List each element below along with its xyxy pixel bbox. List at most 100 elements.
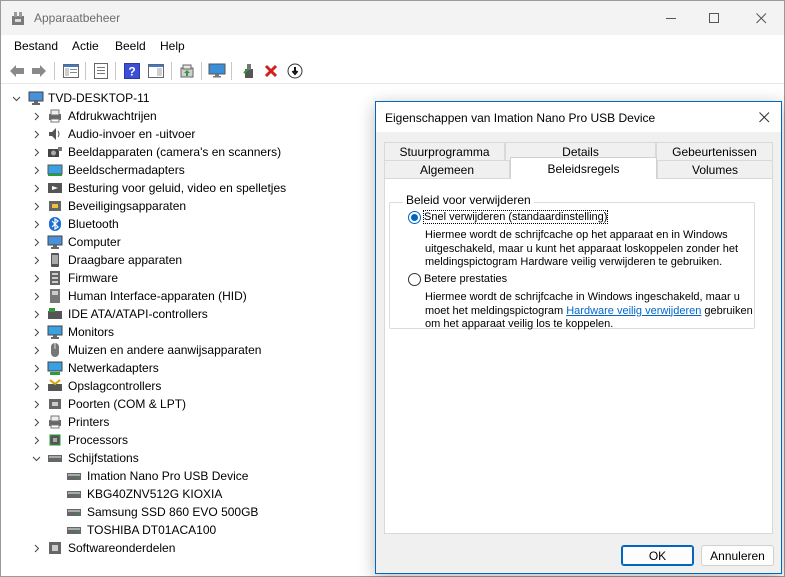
- update-driver-button[interactable]: [177, 61, 197, 81]
- disk-drive-icon: [67, 527, 81, 534]
- tree-item-label: Beeldapparaten (camera's en scanners): [68, 145, 282, 159]
- tree-item-label: Firmware: [68, 271, 118, 285]
- tree-expander[interactable]: [31, 449, 41, 467]
- tree-expander[interactable]: [31, 341, 41, 359]
- update-driver-icon: [180, 64, 194, 78]
- properties-dialog: Eigenschappen van Imation Nano Pro USB D…: [375, 101, 782, 574]
- tree-item-label: KBG40ZNV512G KIOXIA: [87, 487, 223, 501]
- dialog-title-bar[interactable]: Eigenschappen van Imation Nano Pro USB D…: [376, 102, 781, 132]
- title-bar[interactable]: Apparaatbeheer: [1, 1, 784, 35]
- tree-expander[interactable]: [31, 395, 41, 413]
- close-window-button[interactable]: [739, 1, 784, 35]
- hid-icon: [50, 289, 60, 303]
- dialog-title: Eigenschappen van Imation Nano Pro USB D…: [385, 111, 656, 125]
- tree-item-label: Computer: [68, 235, 121, 249]
- tab-label: Gebeurtenissen: [672, 144, 757, 159]
- tab-label: Stuurprogramma: [399, 144, 490, 159]
- tree-expander[interactable]: [31, 161, 41, 179]
- uninstall-device-button[interactable]: [261, 61, 281, 81]
- tree-expander[interactable]: [31, 107, 41, 125]
- tree-expander[interactable]: [31, 287, 41, 305]
- tree-item-label: Printers: [68, 415, 110, 429]
- network-adapter-icon: [47, 361, 63, 375]
- tree-item-label: Processors: [68, 433, 129, 447]
- description-line: moet het meldingspictogram Hardware veil…: [425, 305, 753, 319]
- back-button[interactable]: [7, 61, 27, 81]
- tree-item-label: Imation Nano Pro USB Device: [87, 469, 249, 483]
- tab-gebeurtenissen[interactable]: Gebeurtenissen: [656, 142, 773, 160]
- forward-button[interactable]: [29, 61, 49, 81]
- ok-button[interactable]: OK: [621, 545, 694, 566]
- menu-beeld[interactable]: Beeld: [115, 39, 146, 53]
- show-hide-console-tree-button[interactable]: [61, 61, 81, 81]
- menu-bestand[interactable]: Bestand: [14, 39, 58, 53]
- processor-icon: [49, 434, 61, 446]
- show-hide-action-pane-button[interactable]: [146, 61, 166, 81]
- tab-stuurprogramma[interactable]: Stuurprogramma: [384, 142, 505, 160]
- tree-expander[interactable]: [31, 431, 41, 449]
- tree-item-label: Audio-invoer en -uitvoer: [68, 127, 196, 141]
- display-adapter-icon: [47, 164, 63, 176]
- help-button[interactable]: ?: [122, 61, 142, 81]
- chevron-right-icon: [34, 436, 39, 444]
- mouse-icon: [51, 343, 59, 357]
- tab-volumes[interactable]: Volumes: [657, 160, 773, 178]
- close-icon: [758, 111, 769, 122]
- quick-removal-label[interactable]: Snel verwijderen (standaardinstelling): [422, 210, 609, 224]
- properties-button[interactable]: [91, 61, 111, 81]
- chevron-right-icon: [34, 148, 39, 156]
- tree-expander[interactable]: [31, 233, 41, 251]
- toolbar-separator: [85, 62, 86, 80]
- quick-removal-description: Hiermee wordt de schrijfcache op het app…: [425, 229, 738, 270]
- tree-item-label: Afdrukwachtrijen: [68, 109, 157, 123]
- red-x-icon: [264, 64, 278, 78]
- tree-expander[interactable]: [11, 89, 21, 107]
- description-line: Hiermee wordt de schrijfcache op het app…: [425, 229, 728, 241]
- menu-help[interactable]: Help: [160, 39, 185, 53]
- chevron-right-icon: [34, 346, 39, 354]
- tree-expander[interactable]: [31, 179, 41, 197]
- tree-expander[interactable]: [31, 539, 41, 557]
- tree-expander[interactable]: [31, 215, 41, 233]
- device-manager-app-icon: [12, 12, 24, 25]
- scan-monitor-icon: [208, 63, 226, 78]
- description-line: Hiermee wordt de schrijfcache in Windows…: [425, 291, 740, 303]
- toolbar-separator: [54, 62, 55, 80]
- quick-removal-radio[interactable]: [408, 211, 421, 224]
- tree-expander[interactable]: [31, 143, 41, 161]
- disable-device-button[interactable]: [285, 61, 305, 81]
- chevron-right-icon: [34, 364, 39, 372]
- menu-bar: Bestand Actie Beeld Help: [1, 35, 784, 57]
- tree-expander[interactable]: [31, 323, 41, 341]
- tree-expander[interactable]: [31, 125, 41, 143]
- chevron-right-icon: [34, 292, 39, 300]
- tree-expander[interactable]: [31, 197, 41, 215]
- tab-algemeen[interactable]: Algemeen: [384, 160, 510, 178]
- tree-expander[interactable]: [31, 269, 41, 287]
- disk-drive-icon: [67, 491, 81, 498]
- better-performance-label[interactable]: Betere prestaties: [424, 273, 507, 285]
- bluetooth-icon: [49, 217, 61, 231]
- tree-expander[interactable]: [31, 305, 41, 323]
- toolbar-separator: [231, 62, 232, 80]
- better-performance-radio[interactable]: [408, 273, 421, 286]
- chevron-right-icon: [34, 418, 39, 426]
- scan-for-hardware-button[interactable]: [207, 61, 227, 81]
- tab-beleidsregels[interactable]: Beleidsregels: [510, 157, 657, 179]
- console-tree-icon: [63, 64, 79, 78]
- properties-sheet-icon: [94, 63, 108, 79]
- tree-expander[interactable]: [31, 413, 41, 431]
- chevron-right-icon: [34, 220, 39, 228]
- safely-remove-hardware-link[interactable]: Hardware veilig verwijderen: [566, 305, 701, 317]
- tree-item-label: Beveiligingsapparaten: [68, 199, 187, 213]
- add-legacy-hardware-button[interactable]: [239, 61, 259, 81]
- minimize-button[interactable]: [649, 1, 694, 35]
- tree-expander[interactable]: [31, 377, 41, 395]
- menu-actie[interactable]: Actie: [72, 39, 99, 53]
- maximize-button[interactable]: [692, 1, 737, 35]
- dialog-close-button[interactable]: [747, 102, 781, 132]
- toolbar-separator: [171, 62, 172, 80]
- cancel-button[interactable]: Annuleren: [701, 545, 774, 566]
- tree-expander[interactable]: [31, 359, 41, 377]
- tree-expander[interactable]: [31, 251, 41, 269]
